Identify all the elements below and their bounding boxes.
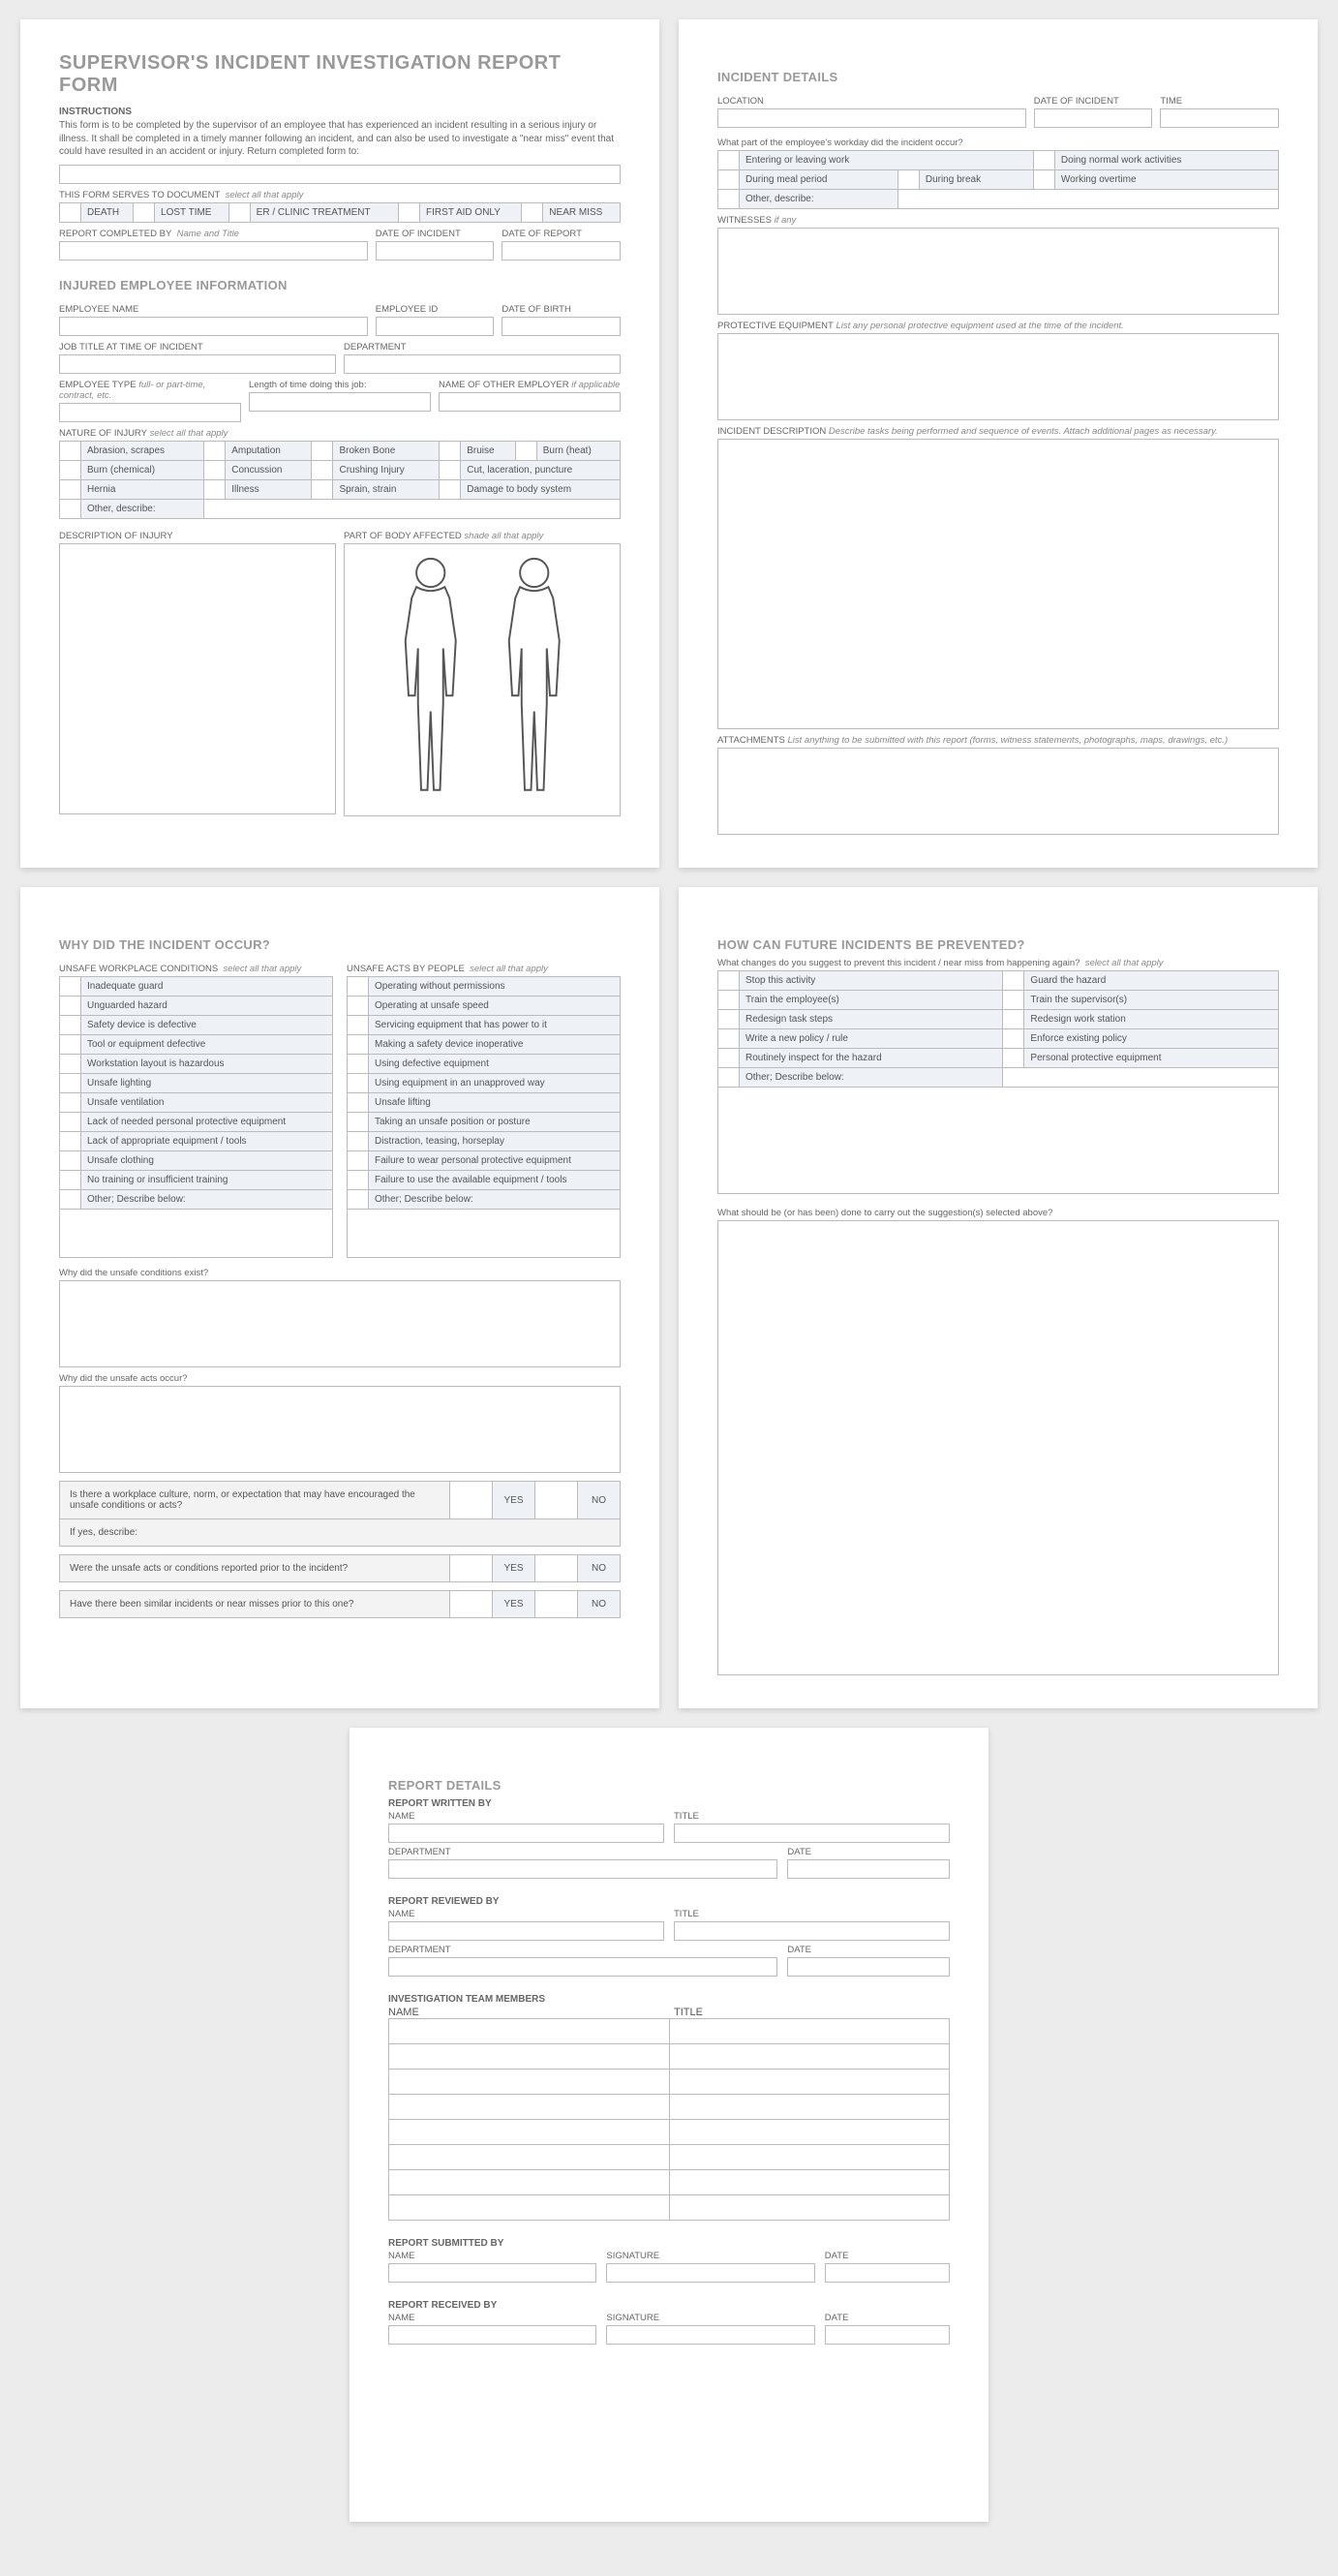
attachments-input[interactable] xyxy=(717,748,1279,835)
culture-no-check[interactable] xyxy=(534,1482,577,1518)
reported-yes-check[interactable] xyxy=(449,1555,492,1581)
conditions-other-input[interactable] xyxy=(59,1210,333,1258)
culture-question: Is there a workplace culture, norm, or e… xyxy=(59,1481,621,1519)
emp-id-input[interactable] xyxy=(376,317,495,336)
reviewed-title-input[interactable] xyxy=(674,1921,950,1941)
desc-injury-input[interactable] xyxy=(59,543,336,814)
date-report-input[interactable] xyxy=(502,241,621,261)
reviewed-dept-input[interactable] xyxy=(388,1957,777,1977)
team-name-input[interactable] xyxy=(389,2019,670,2044)
prevent-describe-input[interactable] xyxy=(717,1088,1279,1194)
reported-no-check[interactable] xyxy=(534,1555,577,1581)
body-diagram[interactable] xyxy=(344,543,621,816)
acts-table: Operating without permissions Operating … xyxy=(347,976,621,1210)
acts-other-input[interactable] xyxy=(347,1210,621,1258)
return-to-input[interactable] xyxy=(59,165,621,184)
page-4: HOW CAN FUTURE INCIDENTS BE PREVENTED? W… xyxy=(679,887,1318,1708)
workday-other-input[interactable] xyxy=(897,190,1278,209)
submitted-name-input[interactable] xyxy=(388,2263,596,2283)
submitted-date-input[interactable] xyxy=(825,2263,950,2283)
nature-other-input[interactable] xyxy=(204,499,621,518)
department-input[interactable] xyxy=(344,354,621,374)
details-section: REPORT DETAILS xyxy=(388,1778,950,1793)
submitted-by-block: REPORT SUBMITTED BY NAME SIGNATURE DATE xyxy=(388,2238,950,2283)
inc-date-input[interactable] xyxy=(1034,108,1153,128)
injured-section: INJURED EMPLOYEE INFORMATION xyxy=(59,278,621,292)
body-back-icon xyxy=(487,554,582,806)
written-date-input[interactable] xyxy=(787,1859,950,1879)
similar-question: Have there been similar incidents or nea… xyxy=(59,1590,621,1618)
written-name-input[interactable] xyxy=(388,1824,664,1843)
form-title: SUPERVISOR'S INCIDENT INVESTIGATION REPO… xyxy=(59,52,621,97)
location-input[interactable] xyxy=(717,108,1026,128)
why-conditions-input[interactable] xyxy=(59,1280,621,1367)
team-block: INVESTIGATION TEAM MEMBERS NAME TITLE xyxy=(388,1994,950,2221)
ppe-input[interactable] xyxy=(717,333,1279,420)
reviewed-name-input[interactable] xyxy=(388,1921,664,1941)
conditions-table: Inadequate guard Unguarded hazard Safety… xyxy=(59,976,333,1210)
instructions-head: INSTRUCTIONS xyxy=(59,107,621,117)
why-section: WHY DID THE INCIDENT OCCUR? xyxy=(59,937,621,952)
emp-name-input[interactable] xyxy=(59,317,368,336)
date-incident-input[interactable] xyxy=(376,241,495,261)
prevent-other-input[interactable] xyxy=(1003,1068,1279,1088)
incident-section: INCIDENT DETAILS xyxy=(717,70,1279,84)
carry-out-input[interactable] xyxy=(717,1220,1279,1675)
dob-input[interactable] xyxy=(502,317,621,336)
check-cell[interactable] xyxy=(60,202,81,222)
page-2: INCIDENT DETAILS LOCATION DATE OF INCIDE… xyxy=(679,19,1318,868)
form-serves-table: DEATH LOST TIME ER / CLINIC TREATMENT FI… xyxy=(59,202,621,223)
team-table xyxy=(388,2018,950,2221)
job-title-input[interactable] xyxy=(59,354,336,374)
incident-description-input[interactable] xyxy=(717,439,1279,729)
received-by-block: REPORT RECEIVED BY NAME SIGNATURE DATE xyxy=(388,2300,950,2345)
page-1: SUPERVISOR'S INCIDENT INVESTIGATION REPO… xyxy=(20,19,659,868)
received-date-input[interactable] xyxy=(825,2325,950,2345)
emp-type-input[interactable] xyxy=(59,403,241,422)
page-3: WHY DID THE INCIDENT OCCUR? UNSAFE WORKP… xyxy=(20,887,659,1708)
other-employer-input[interactable] xyxy=(439,392,621,412)
received-name-input[interactable] xyxy=(388,2325,596,2345)
reviewed-date-input[interactable] xyxy=(787,1957,950,1977)
nature-injury-table: Abrasion, scrapes Amputation Broken Bone… xyxy=(59,441,621,519)
team-title-input[interactable] xyxy=(669,2019,950,2044)
reviewed-by-block: REPORT REVIEWED BY NAME TITLE DEPARTMENT… xyxy=(388,1896,950,1977)
similar-no-check[interactable] xyxy=(534,1591,577,1617)
why-acts-input[interactable] xyxy=(59,1386,621,1473)
culture-yes-check[interactable] xyxy=(449,1482,492,1518)
written-title-input[interactable] xyxy=(674,1824,950,1843)
length-input[interactable] xyxy=(249,392,431,412)
received-sig-input[interactable] xyxy=(606,2325,814,2345)
reported-question: Were the unsafe acts or conditions repor… xyxy=(59,1554,621,1582)
instructions-body: This form is to be completed by the supe… xyxy=(59,119,621,159)
written-by-block: REPORT WRITTEN BY NAME TITLE DEPARTMENT … xyxy=(388,1798,950,1879)
body-front-icon xyxy=(383,554,478,806)
page-5: REPORT DETAILS REPORT WRITTEN BY NAME TI… xyxy=(350,1728,988,2522)
prevent-table: Stop this activityGuard the hazard Train… xyxy=(717,970,1279,1088)
prevent-section: HOW CAN FUTURE INCIDENTS BE PREVENTED? xyxy=(717,937,1279,952)
inc-time-input[interactable] xyxy=(1160,108,1279,128)
submitted-sig-input[interactable] xyxy=(606,2263,814,2283)
report-completed-by-input[interactable] xyxy=(59,241,368,261)
similar-yes-check[interactable] xyxy=(449,1591,492,1617)
witnesses-input[interactable] xyxy=(717,228,1279,315)
workday-table: Entering or leaving work Doing normal wo… xyxy=(717,150,1279,209)
written-dept-input[interactable] xyxy=(388,1859,777,1879)
form-serves-label: THIS FORM SERVES TO DOCUMENT select all … xyxy=(59,190,621,200)
